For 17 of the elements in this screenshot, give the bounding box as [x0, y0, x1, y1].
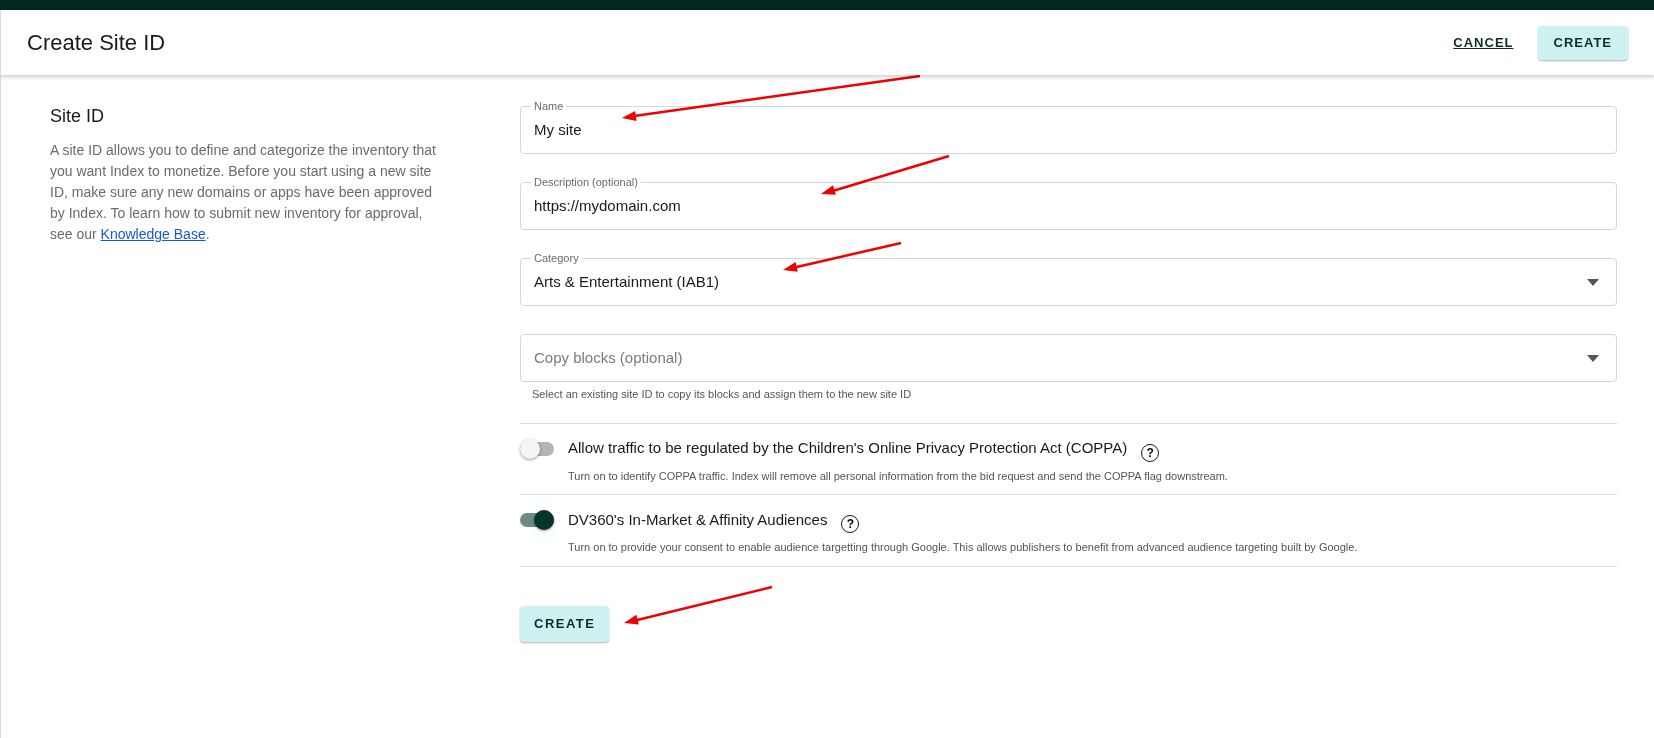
helper-text: Select an existing site ID to copy its blocks and assign them to the new site ID: [531, 387, 913, 402]
knowledge-base-link[interactable]: Knowledge Base: [100, 226, 206, 242]
helper-text: Turn on to provide your consent to enable audience targetting through Google. This allows publishers to benefit from advanced audience targeting built by Google.: [567, 540, 1359, 555]
toggle-label: DV360's In-Market & Affinity Audiences: [568, 509, 828, 530]
helper-text: Turn on to identify COPPA traffic. Index will remove all personal information from the bid request and send the COPPA flag downstream.: [567, 468, 1229, 484]
select-field[interactable]: Copy blocks (optional): [520, 334, 1617, 382]
description-text: A site ID allows you to define and categorize the inventory that you want Index to monetize. Before you start using a new site ID, make sure any new domains or apps have been approved by Index. To learn how to submit new inventory for approval, see our Knowledge Base.: [50, 141, 437, 244]
toggle-switch[interactable]: [520, 513, 554, 527]
toggle-label: Allow traffic to be regulated by the Children's Online Privacy Protection Act (COPPA): [568, 438, 1128, 459]
create-button[interactable]: CREATE: [520, 605, 610, 642]
section-title: Site ID: [50, 105, 106, 128]
dropdown-caret-icon[interactable]: [1587, 278, 1599, 286]
dropdown-caret-icon[interactable]: [1587, 354, 1599, 362]
page-title: Create Site ID: [27, 29, 166, 57]
create-button[interactable]: CREATE: [1537, 25, 1628, 60]
toggle-switch[interactable]: [520, 441, 554, 456]
cancel-link[interactable]: CANCEL: [1453, 32, 1514, 53]
